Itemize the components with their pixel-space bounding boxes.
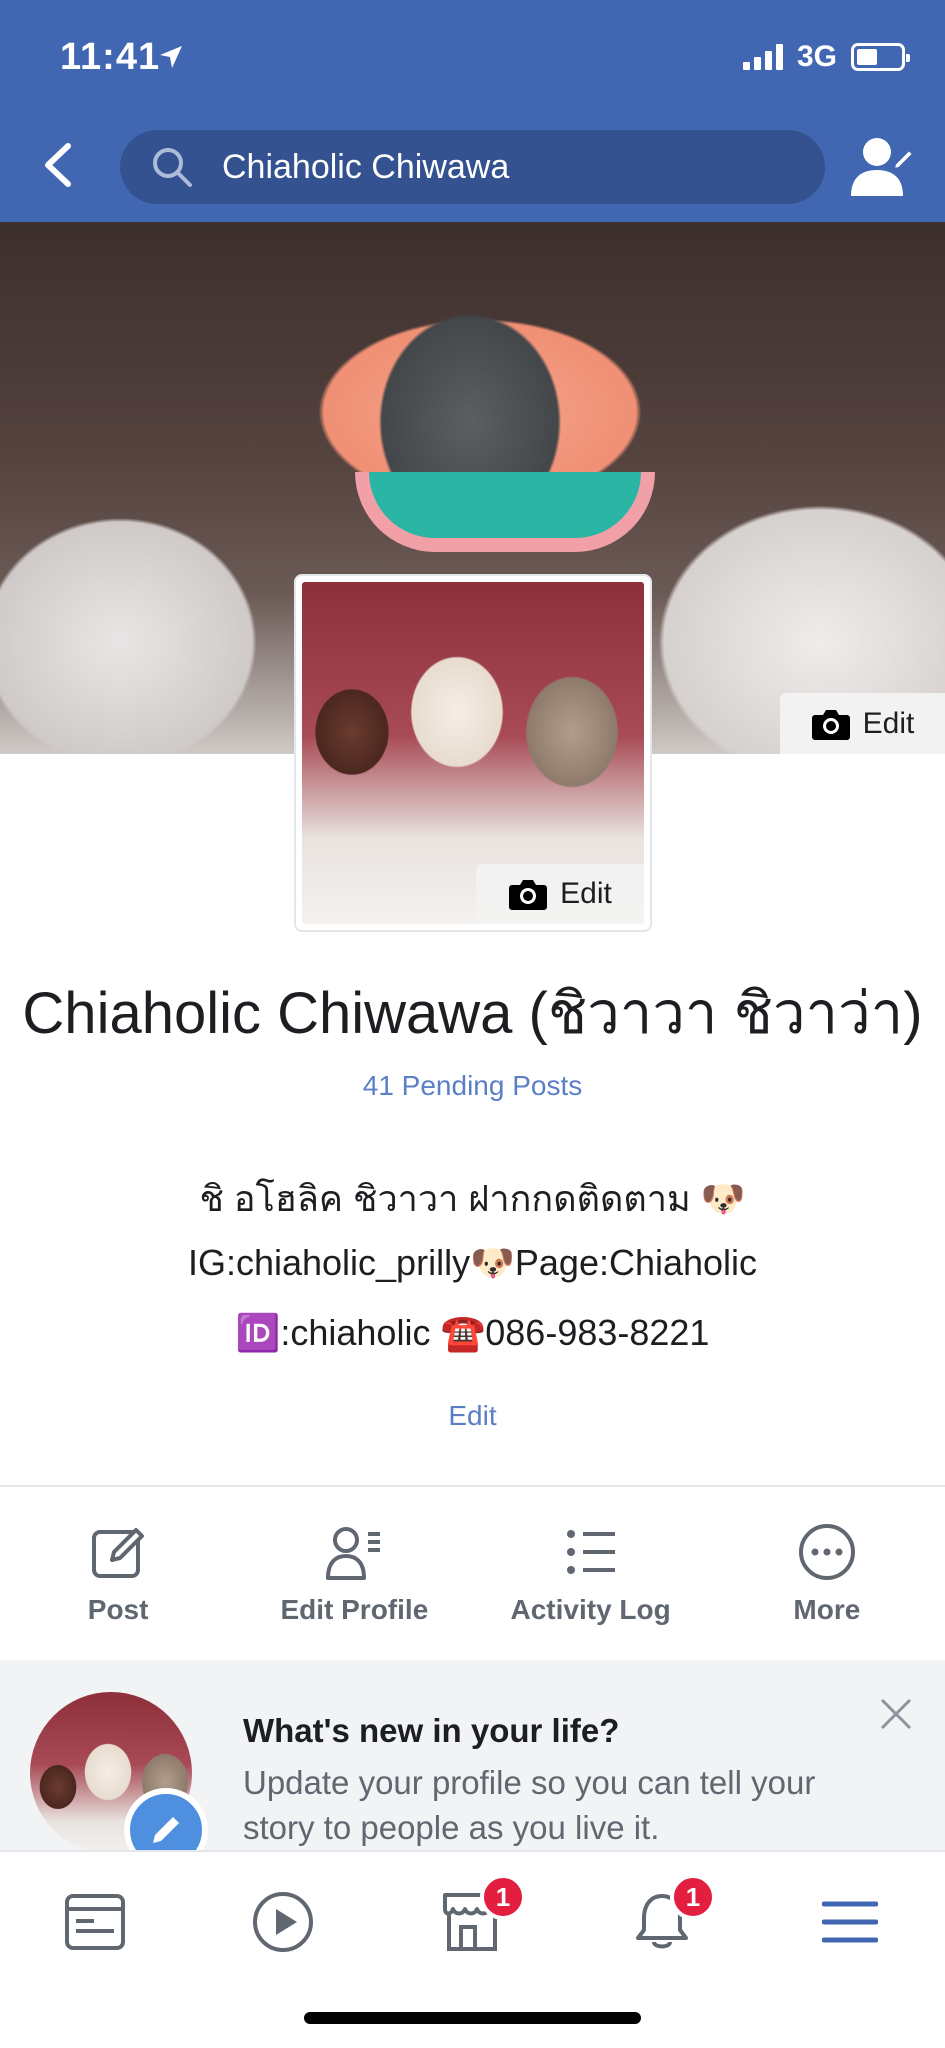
more-icon [798, 1524, 855, 1580]
tab-menu[interactable] [810, 1882, 890, 1962]
search-text: Chiaholic Chiwawa [222, 147, 510, 186]
close-icon[interactable] [878, 1696, 914, 1732]
profile-name: Chiaholic Chiwawa (ชิวาวา ชิวาว่า) [22, 981, 923, 1046]
composer-prompt[interactable]: What's new in your life? Update your pro… [0, 1660, 945, 1850]
profile-actions: Post Edit Profile Activity Log More [0, 1488, 945, 1658]
bio-edit-link[interactable]: Edit [0, 1400, 945, 1432]
network-type: 3G [796, 40, 837, 73]
search-input[interactable]: Chiaholic Chiwawa [120, 130, 825, 204]
more-button[interactable]: More [709, 1488, 945, 1658]
profile-picture-edit-button[interactable]: Edit [476, 864, 644, 924]
search-icon [153, 148, 192, 187]
edit-profile-button[interactable]: Edit Profile [236, 1488, 472, 1658]
tab-marketplace[interactable]: 1 [432, 1874, 526, 1962]
top-header: 11:41 3G Chiaholic Chiwawa [0, 0, 945, 222]
profile-switch-icon[interactable] [849, 134, 915, 200]
cover-edit-button[interactable]: Edit [780, 693, 945, 754]
bio-line-1: ชิ อโฮลิค ชิวาวา ฝากกดติดตาม 🐶 [199, 1178, 746, 1219]
tab-notifications[interactable]: 1 [622, 1874, 716, 1962]
bio-line-3: 🆔:chiaholic ☎️086-983-8221 [235, 1312, 710, 1353]
status-time: 11:41 [60, 36, 161, 78]
composer-title: What's new in your life? [243, 1712, 620, 1749]
cover-edit-label: Edit [862, 706, 915, 740]
compose-icon [92, 1528, 145, 1578]
camera-icon [811, 709, 850, 740]
list-icon [566, 1530, 615, 1574]
home-indicator [304, 2012, 641, 2024]
battery-icon [851, 43, 910, 71]
notifications-badge: 1 [670, 1874, 716, 1920]
profile-picture-edit-label: Edit [560, 877, 612, 910]
status-indicators: 3G [742, 40, 910, 74]
news-feed-icon [65, 1894, 125, 1950]
edit-profile-icon [326, 1527, 381, 1580]
tab-news-feed[interactable] [55, 1882, 135, 1962]
menu-icon [822, 1901, 878, 1943]
more-label: More [793, 1594, 861, 1625]
activity-log-label: Activity Log [510, 1594, 671, 1625]
camera-icon [509, 880, 548, 910]
bottom-tab-bar: 1 1 [0, 1850, 945, 2048]
location-arrow-icon [160, 46, 182, 68]
back-chevron-icon[interactable] [38, 140, 78, 190]
marketplace-badge: 1 [480, 1874, 526, 1920]
divider [0, 1485, 945, 1487]
post-button[interactable]: Post [0, 1488, 236, 1658]
signal-icon [742, 44, 783, 70]
watch-icon [253, 1892, 313, 1952]
pending-posts-link[interactable]: 41 Pending Posts [0, 1070, 945, 1102]
tab-watch[interactable] [243, 1882, 323, 1962]
profile-picture[interactable]: Edit [296, 576, 650, 930]
post-label: Post [87, 1594, 149, 1625]
composer-subtitle: Update your profile so you can tell your… [243, 1764, 816, 1846]
edit-profile-label: Edit Profile [280, 1594, 429, 1625]
activity-log-button[interactable]: Activity Log [473, 1488, 709, 1658]
bio-line-2: IG:chiaholic_prilly🐶Page:Chiaholic [187, 1242, 758, 1283]
